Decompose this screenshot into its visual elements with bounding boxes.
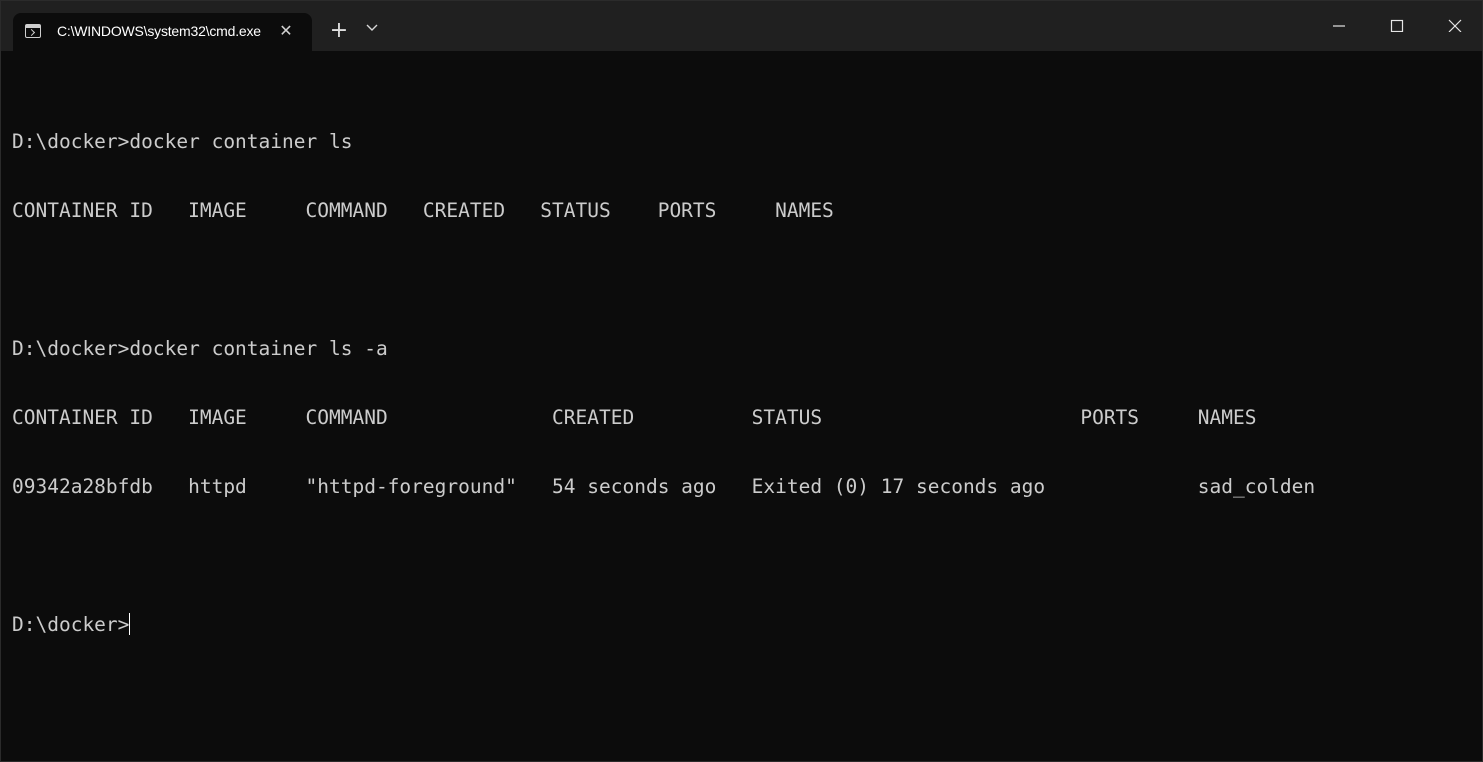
- terminal-line: D:\docker>docker container ls -a: [12, 337, 388, 360]
- tab-title: C:\WINDOWS\system32\cmd.exe: [57, 23, 261, 39]
- terminal-line: CONTAINER ID IMAGE COMMAND CREATED STATU…: [12, 199, 834, 222]
- terminal-prompt: D:\docker>: [12, 613, 130, 636]
- minimize-icon: [1333, 25, 1345, 27]
- maximize-button[interactable]: [1368, 1, 1426, 51]
- close-icon: [1448, 19, 1462, 32]
- new-tab-button[interactable]: +: [325, 17, 353, 45]
- tab-cmd[interactable]: C:\WINDOWS\system32\cmd.exe ✕: [13, 13, 312, 51]
- chevron-down-icon[interactable]: [365, 23, 387, 41]
- maximize-icon: [1390, 19, 1404, 32]
- minimize-button[interactable]: [1310, 1, 1368, 51]
- terminal-window: C:\WINDOWS\system32\cmd.exe ✕ + D:\docke…: [0, 0, 1483, 762]
- terminal-line: CONTAINER ID IMAGE COMMAND CREATED STATU…: [12, 406, 1257, 429]
- terminal-line: D:\docker>docker container ls: [12, 130, 353, 153]
- tab-close-icon[interactable]: ✕: [277, 22, 295, 40]
- terminal-icon: [25, 24, 41, 38]
- terminal-output[interactable]: D:\docker>docker container ls CONTAINER …: [12, 84, 1482, 682]
- close-button[interactable]: [1426, 1, 1482, 51]
- text-cursor: [129, 613, 131, 635]
- terminal-line: 09342a28bfdb httpd "httpd-foreground" 54…: [12, 475, 1316, 498]
- terminal-prompt-line[interactable]: D:\docker>: [12, 613, 1482, 636]
- title-bar[interactable]: C:\WINDOWS\system32\cmd.exe ✕ +: [1, 1, 1482, 51]
